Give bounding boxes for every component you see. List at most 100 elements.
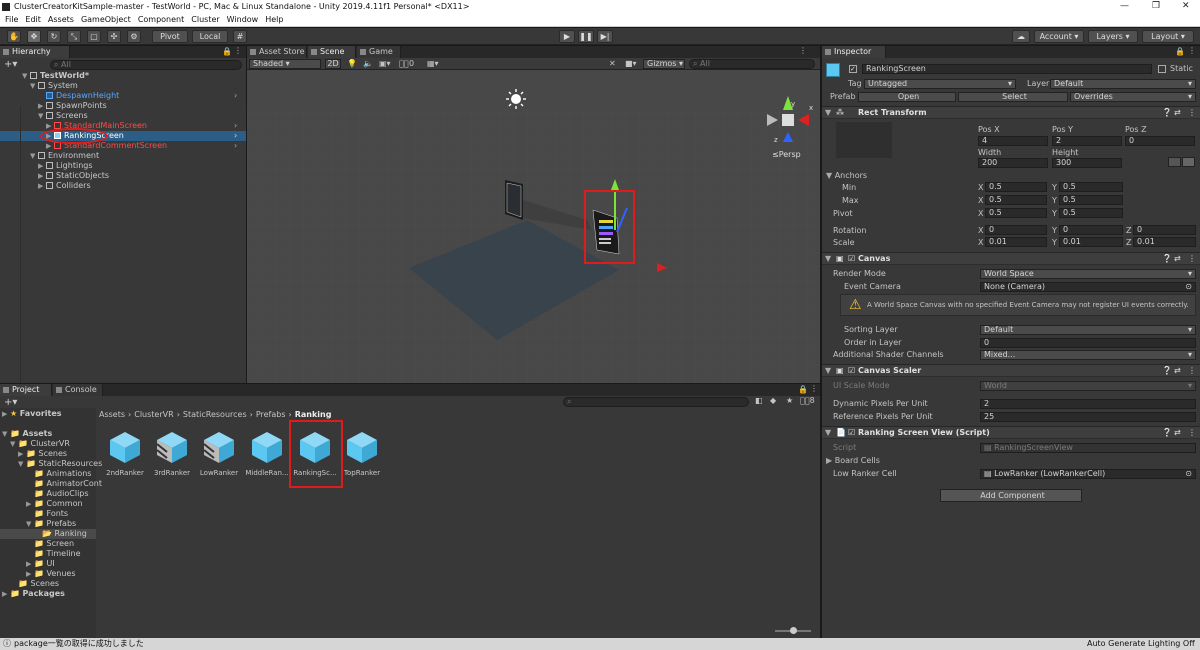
lock-icon[interactable]: 🔒: [798, 385, 808, 394]
create-plus-icon[interactable]: +▾: [4, 59, 17, 70]
shading-mode-dropdown[interactable]: Shaded ▾: [249, 59, 321, 69]
breadcrumb-ranking[interactable]: Ranking: [295, 410, 332, 419]
pivot-toggle[interactable]: Pivot: [152, 30, 188, 43]
scene-viewport[interactable]: y x z ≤Persp: [247, 70, 820, 383]
tree-folder-favorites[interactable]: ▶ ★ Favorites: [2, 409, 62, 419]
cloud-icon[interactable]: ☁: [1012, 30, 1030, 43]
rotation-x-input[interactable]: 0: [985, 225, 1047, 235]
tree-folder-scenes[interactable]: ▶ 📁 Scenes: [18, 449, 67, 459]
sorting-layer-dropdown[interactable]: Default ▾: [980, 325, 1196, 335]
prefab-overrides-dropdown[interactable]: Overrides ▾: [1070, 92, 1196, 102]
gizmos-dropdown[interactable]: Gizmos ▾: [643, 59, 685, 69]
move-tool-icon[interactable]: ✥: [27, 30, 41, 43]
grid-snap-icon[interactable]: #: [233, 30, 247, 43]
visibility-icon[interactable]: 👁⃠: [399, 58, 409, 69]
custom-tool-icon[interactable]: ⚙: [127, 30, 141, 43]
help-icon[interactable]: ❔: [1162, 427, 1172, 439]
lighting-status[interactable]: Auto Generate Lighting Off: [1087, 638, 1195, 650]
board-cells-label[interactable]: ▶ Board Cells: [826, 455, 880, 466]
breadcrumb-clustervr[interactable]: ClusterVR: [134, 410, 173, 419]
tree-item-rankingscreen[interactable]: ▶ RankingScreen ›: [0, 131, 246, 141]
tab-game[interactable]: Game: [357, 46, 401, 58]
width-input[interactable]: 200: [978, 158, 1048, 168]
height-input[interactable]: 300: [1052, 158, 1122, 168]
tree-item-staticobjects[interactable]: ▶ StaticObjects: [38, 171, 246, 181]
tools-icon[interactable]: ✕: [609, 58, 616, 69]
filter-type-icon[interactable]: ◧: [755, 396, 763, 405]
anchor-min-x-input[interactable]: 0.5: [985, 182, 1047, 192]
menu-cluster[interactable]: Cluster: [191, 14, 219, 26]
rect-tool-icon[interactable]: ▢: [87, 30, 101, 43]
tree-folder-packages[interactable]: ▶ 📁 Packages: [2, 589, 65, 599]
menu-assets[interactable]: Assets: [48, 14, 74, 26]
canvas-header[interactable]: ▼ ▣ ☑ Canvas ❔ ⇄ ⋮: [822, 252, 1200, 265]
help-icon[interactable]: ❔: [1162, 365, 1172, 377]
close-button[interactable]: ✕: [1182, 1, 1190, 11]
asset-3rdranker[interactable]: 3rdRanker: [150, 430, 194, 477]
tab-scene[interactable]: Scene: [308, 46, 356, 58]
prefab-select-button[interactable]: Select: [958, 92, 1068, 102]
reference-ppu-input[interactable]: 25: [980, 412, 1196, 422]
favorite-star-icon[interactable]: ★: [786, 396, 793, 405]
effects-icon[interactable]: ▣▾: [379, 58, 391, 69]
local-toggle[interactable]: Local: [192, 30, 228, 43]
perspective-label[interactable]: ≤Persp: [772, 150, 801, 159]
order-in-layer-input[interactable]: 0: [980, 338, 1196, 348]
panel-menu-icon[interactable]: ⋮: [234, 46, 242, 55]
project-search-input[interactable]: ⌕: [563, 397, 749, 407]
dynamic-ppu-input[interactable]: 2: [980, 399, 1196, 409]
layout-dropdown[interactable]: Layout ▾: [1142, 30, 1194, 43]
render-mode-dropdown[interactable]: World Space ▾: [980, 269, 1196, 279]
tree-folder-venues[interactable]: ▶ 📁 Venues: [26, 569, 76, 579]
preset-icon[interactable]: ⇄: [1174, 365, 1181, 377]
tab-inspector[interactable]: Inspector: [822, 46, 886, 58]
tree-folder-ranking[interactable]: 📂 Ranking: [0, 529, 96, 539]
blueprint-mode-button[interactable]: [1168, 157, 1181, 167]
ranking-screen-view-header[interactable]: ▼ 📄 ☑ Ranking Screen View (Script) ❔ ⇄ ⋮: [822, 426, 1200, 439]
menu-window[interactable]: Window: [227, 14, 259, 26]
component-menu-icon[interactable]: ⋮: [1188, 427, 1196, 439]
tag-dropdown[interactable]: Untagged ▾: [864, 79, 1016, 89]
play-button[interactable]: ▶: [559, 30, 575, 43]
hand-tool-icon[interactable]: ✋: [7, 30, 21, 43]
layer-dropdown[interactable]: Default ▾: [1050, 79, 1196, 89]
preset-icon[interactable]: ⇄: [1174, 253, 1181, 265]
menu-component[interactable]: Component: [138, 14, 184, 26]
preset-icon[interactable]: ⇄: [1174, 107, 1181, 119]
breadcrumb-prefabs[interactable]: Prefabs: [256, 410, 286, 419]
zoom-slider-handle[interactable]: [790, 627, 797, 634]
tree-item-screens[interactable]: ▼ Screens: [38, 111, 246, 121]
anchor-max-y-input[interactable]: 0.5: [1059, 195, 1123, 205]
rotation-z-input[interactable]: 0: [1133, 225, 1196, 235]
lock-icon[interactable]: 🔒: [222, 47, 232, 56]
layers-dropdown[interactable]: Layers ▾: [1088, 30, 1138, 43]
tree-folder-animations[interactable]: 📁 Animations: [34, 469, 91, 479]
lighting-icon[interactable]: 💡: [347, 58, 357, 69]
add-component-button[interactable]: Add Component: [940, 489, 1082, 502]
scene-search-input[interactable]: ⌕ All: [689, 59, 815, 69]
breadcrumb-assets[interactable]: Assets: [99, 410, 125, 419]
2d-toggle[interactable]: 2D: [325, 59, 341, 69]
component-menu-icon[interactable]: ⋮: [1188, 365, 1196, 377]
prefab-open-button[interactable]: Open: [858, 92, 956, 102]
component-menu-icon[interactable]: ⋮: [1188, 253, 1196, 265]
camera-icon[interactable]: ■▾: [625, 58, 637, 69]
canvas-scaler-header[interactable]: ▼ ▣ ☑ Canvas Scaler ❔ ⇄ ⋮: [822, 364, 1200, 377]
scale-y-input[interactable]: 0.01: [1059, 237, 1123, 247]
tree-folder-prefabs[interactable]: ▼ 📁 Prefabs: [26, 519, 76, 529]
object-name-input[interactable]: RankingScreen: [862, 64, 1152, 74]
rotation-y-input[interactable]: 0: [1059, 225, 1123, 235]
tree-item-spawnpoints[interactable]: ▶ SpawnPoints: [38, 101, 246, 111]
panel-menu-icon[interactable]: ⋮: [810, 384, 818, 393]
pause-button[interactable]: ❚❚: [578, 30, 594, 43]
tree-folder-common[interactable]: ▶ 📁 Common: [26, 499, 83, 509]
help-icon[interactable]: ❔: [1162, 107, 1172, 119]
tree-item-lightings[interactable]: ▶ Lightings: [38, 161, 246, 171]
status-message[interactable]: package一覧の取得に成功しました: [14, 638, 144, 650]
posz-input[interactable]: 0: [1125, 136, 1195, 146]
posx-input[interactable]: 4: [978, 136, 1048, 146]
tree-folder-screen[interactable]: 📁 Screen: [34, 539, 74, 549]
create-plus-icon[interactable]: +▾: [4, 397, 17, 408]
transform-tool-icon[interactable]: ✣: [107, 30, 121, 43]
anchor-min-y-input[interactable]: 0.5: [1059, 182, 1123, 192]
